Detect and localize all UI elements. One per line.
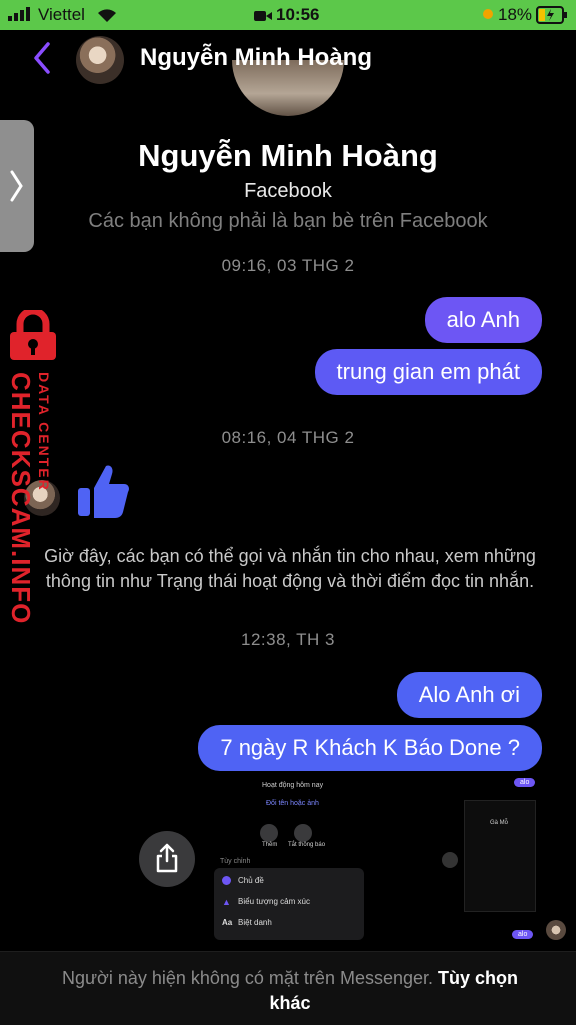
share-icon	[155, 843, 179, 878]
thumbs-up-icon[interactable]	[76, 462, 130, 525]
unavailable-notice: Người này hiện không có mặt trên Messeng…	[40, 966, 540, 1016]
share-button[interactable]	[139, 831, 195, 887]
profile-platform: Facebook	[244, 180, 332, 202]
battery-icon	[536, 6, 568, 29]
thumbs-up-icon-small: ▲	[222, 897, 231, 907]
mini-avatar	[546, 920, 566, 940]
friendship-note: Các bạn không phải là bạn bè trên Facebo…	[88, 210, 488, 232]
screenshot-action: Thêm	[262, 842, 278, 848]
mini-screenshot	[464, 800, 536, 912]
watermark-subtext: DATA CENTER	[36, 372, 52, 492]
timestamp: 12:38, TH 3	[240, 630, 336, 649]
screenshot-section: Tùy chỉnh	[220, 858, 251, 865]
back-arrow-icon[interactable]	[30, 40, 54, 76]
menu-item: Biệt danh	[238, 918, 272, 927]
lock-icon	[4, 307, 62, 360]
screenshot-action: Tắt thông báo	[288, 842, 326, 848]
header-contact-name[interactable]: Nguyễn Minh Hoàng	[140, 44, 372, 72]
screenshot-menu: Chủ đề ▲ Biểu tượng cảm xúc Aa Biệt danh	[214, 868, 364, 940]
timestamp: 09:16, 03 THG 2	[221, 256, 355, 275]
profile-name: Nguyễn Minh Hoàng	[138, 138, 438, 173]
timestamp: 08:16, 04 THG 2	[221, 428, 355, 447]
mini-share-icon	[442, 852, 458, 868]
wifi-icon	[96, 7, 118, 28]
screenshot-bubble: alo	[514, 778, 536, 787]
camera-icon	[254, 9, 272, 27]
sent-message[interactable]: trung gian em phát	[314, 349, 542, 395]
sent-message[interactable]: 7 ngày R Khách K Báo Done ?	[198, 725, 542, 771]
sent-message[interactable]: alo Anh	[424, 297, 542, 343]
menu-item: Chủ đề	[238, 876, 264, 885]
mini-name: Gà Mỗ	[490, 820, 509, 826]
bell-icon	[294, 824, 312, 842]
unavailable-text: Người này hiện không có mặt trên Messeng…	[61, 968, 434, 988]
battery-percent: 18%	[498, 5, 533, 24]
menu-item: Biểu tượng cảm xúc	[238, 897, 310, 906]
add-person-icon	[260, 824, 278, 842]
contact-avatar[interactable]	[76, 36, 124, 84]
theme-icon	[222, 876, 231, 885]
text-size-icon: Aa	[222, 918, 233, 927]
orange-dot-icon	[483, 9, 493, 19]
info-notice: Giờ đây, các bạn có thể gọi và nhắn tin …	[44, 546, 536, 591]
screenshot-text: Hoạt động hôm nay	[262, 782, 324, 789]
clock: 10:56	[276, 5, 320, 24]
screenshot-bubble: alo	[512, 930, 534, 939]
signal-icon	[8, 6, 34, 26]
carrier-label: Viettel	[38, 5, 85, 24]
watermark-text: CHECKSCAM.INFO	[6, 372, 36, 625]
screenshot-link: Đổi tên hoặc ảnh	[266, 800, 319, 807]
sent-message[interactable]: Alo Anh ơi	[396, 672, 542, 718]
